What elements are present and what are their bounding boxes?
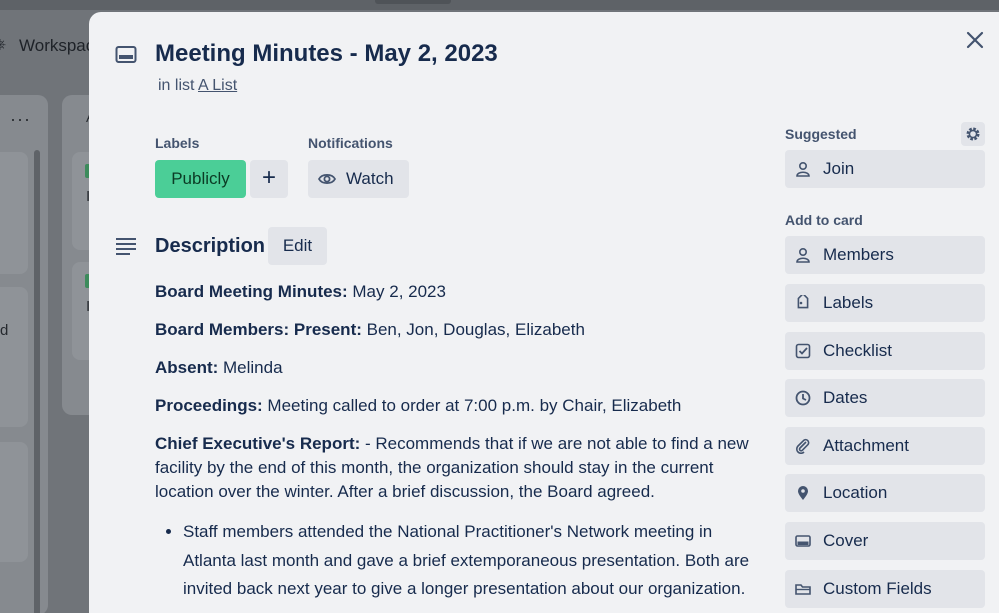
location-button[interactable]: Location xyxy=(785,474,985,512)
paragraph-text: May 2, 2023 xyxy=(347,282,446,301)
watch-label: Watch xyxy=(346,169,394,188)
paragraph-text: Melinda xyxy=(218,358,283,377)
workspace-label[interactable]: Workspac xyxy=(19,36,94,56)
checklist-button[interactable]: Checklist xyxy=(785,332,985,370)
description-body[interactable]: Board Meeting Minutes: May 2, 2023 Board… xyxy=(155,280,767,604)
edit-description-button[interactable]: Edit xyxy=(268,227,327,265)
in-list-prefix: in list xyxy=(158,77,195,94)
board-card[interactable] xyxy=(0,442,28,562)
pin-icon xyxy=(798,486,808,500)
card-letter: d xyxy=(0,322,9,339)
description-paragraph: Board Members: Present: Ben, Jon, Dougla… xyxy=(155,318,767,342)
location-label: Location xyxy=(823,483,888,502)
custom-fields-button[interactable]: Custom Fields xyxy=(785,570,985,608)
board-card[interactable] xyxy=(0,152,28,274)
paragraph-text: Ben, Jon, Douglas, Elizabeth xyxy=(361,320,585,339)
custom-fields-label: Custom Fields xyxy=(823,579,932,598)
board-card[interactable]: d xyxy=(0,287,28,427)
paragraph-label: Board Meeting Minutes: xyxy=(155,282,348,301)
description-paragraph: Board Meeting Minutes: May 2, 2023 xyxy=(155,280,767,304)
close-icon xyxy=(966,31,984,49)
card-list-info: in list A List xyxy=(158,77,237,95)
fields-icon xyxy=(795,584,811,595)
description-paragraph: Chief Executive's Report: - Recommends t… xyxy=(155,432,767,504)
list-link[interactable]: A List xyxy=(198,77,237,94)
paragraph-text: Meeting called to order at 7:00 p.m. by … xyxy=(262,396,682,415)
cover-icon xyxy=(795,535,811,547)
dates-button[interactable]: Dates xyxy=(785,379,985,417)
cover-button[interactable]: Cover xyxy=(785,522,985,560)
description-bullet-list: Staff members attended the National Prac… xyxy=(183,518,767,604)
card-title[interactable]: Meeting Minutes - May 2, 2023 xyxy=(155,40,498,68)
clock-icon xyxy=(795,390,811,406)
notifications-heading: Notifications xyxy=(308,135,393,151)
paragraph-label: Proceedings: xyxy=(155,396,263,415)
attachment-label: Attachment xyxy=(823,436,909,455)
members-label: Members xyxy=(823,245,894,264)
labels-label: Labels xyxy=(823,293,874,312)
add-label-button[interactable]: + xyxy=(250,160,288,198)
join-label: Join xyxy=(823,159,855,178)
labels-heading: Labels xyxy=(155,135,200,151)
list-scrollbar[interactable] xyxy=(34,150,40,613)
list-menu-icon[interactable]: ··· xyxy=(10,109,31,130)
members-button[interactable]: Members xyxy=(785,236,985,274)
workspace-icon: ⎈ xyxy=(0,36,7,53)
description-heading: Description xyxy=(155,235,266,257)
tag-icon xyxy=(797,295,809,309)
join-button[interactable]: Join xyxy=(785,150,985,188)
person-icon xyxy=(796,161,810,177)
label-chip[interactable]: Publicly xyxy=(155,160,246,198)
watch-button[interactable]: Watch xyxy=(308,160,409,198)
checkbox-icon xyxy=(795,343,811,359)
description-paragraph: Absent: Melinda xyxy=(155,356,767,380)
paragraph-label: Chief Executive's Report: xyxy=(155,434,361,453)
paperclip-icon xyxy=(795,438,810,454)
eye-icon xyxy=(318,173,336,185)
paragraph-label: Absent: xyxy=(155,358,219,377)
cover-label: Cover xyxy=(823,531,869,550)
bullet-item: Staff members attended the National Prac… xyxy=(183,518,767,604)
description-icon xyxy=(116,238,136,255)
checklist-label: Checklist xyxy=(823,341,892,360)
attachment-button[interactable]: Attachment xyxy=(785,427,985,465)
paragraph-label: Board Members: Present: xyxy=(155,320,362,339)
board-topbar xyxy=(0,0,999,10)
add-to-card-heading: Add to card xyxy=(785,212,863,228)
suggested-heading: Suggested xyxy=(785,126,857,142)
plus-icon: + xyxy=(261,164,276,191)
description-paragraph: Proceedings: Meeting called to order at … xyxy=(155,394,767,418)
gear-icon xyxy=(966,127,980,141)
person-icon xyxy=(796,247,810,263)
dates-label: Dates xyxy=(823,388,868,407)
close-button[interactable] xyxy=(963,28,987,52)
topbar-pill xyxy=(375,0,451,4)
card-icon xyxy=(115,46,137,63)
suggested-settings-button[interactable] xyxy=(961,122,985,146)
labels-button[interactable]: Labels xyxy=(785,284,985,322)
